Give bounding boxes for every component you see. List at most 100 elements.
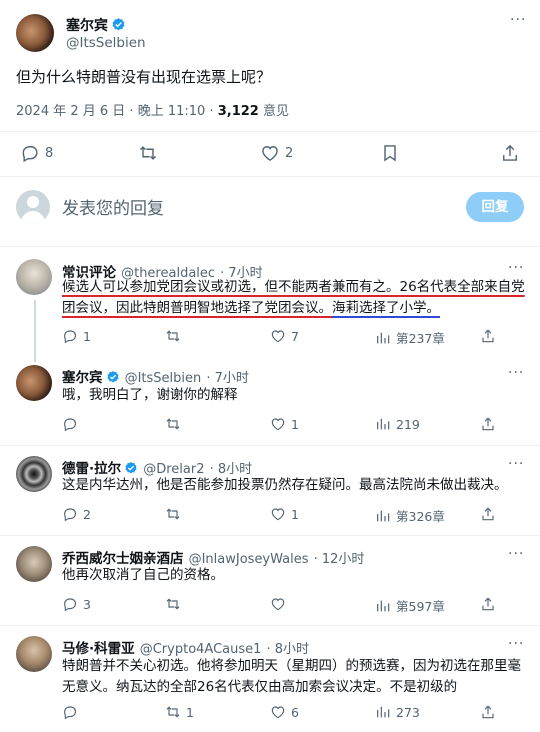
like-count: 6 (291, 704, 299, 720)
share-button[interactable] (480, 596, 496, 612)
retweet-icon (165, 596, 181, 612)
share-button[interactable] (480, 328, 496, 344)
avatar[interactable] (16, 456, 52, 492)
views-count: 219 (396, 416, 420, 432)
retweet-button[interactable] (138, 143, 158, 163)
retweet-button[interactable] (165, 416, 181, 432)
views-icon (375, 598, 391, 614)
tweet-text: 但为什么特朗普没有出现在选票上呢？ (16, 68, 272, 86)
more-options-icon[interactable]: ··· (510, 12, 526, 28)
reply-icon (62, 596, 78, 612)
share-icon (480, 506, 496, 522)
author-handle[interactable]: @ItsSelbien (125, 371, 202, 386)
heart-icon (270, 704, 286, 720)
reply-text-line: 特朗普并不关心初选。他将参加明天（星期四）的预选赛，因为初选在那里毫 (62, 658, 521, 674)
share-icon (480, 704, 496, 720)
share-icon (480, 596, 496, 612)
divider (0, 246, 540, 247)
reply-icon (62, 328, 78, 344)
heart-icon (260, 143, 280, 163)
views-count: 第237章 (396, 331, 445, 346)
views-button[interactable]: 219 (375, 416, 420, 432)
reply-header: 乔西威尔士姻亲酒店 @InlawJoseyWales · 12小时 (62, 547, 364, 567)
views-button[interactable]: 第326章 (375, 506, 445, 525)
author-handle[interactable]: @Crypto4ACause1 (140, 642, 262, 657)
views-count[interactable]: 3,122 (218, 104, 259, 119)
share-button[interactable] (480, 416, 496, 432)
share-button[interactable] (480, 506, 496, 522)
author-handle[interactable]: @ItsSelbien (66, 35, 146, 51)
reply-input[interactable]: 发表您的回复 (62, 194, 442, 219)
reply-time[interactable]: · 7小时 (206, 371, 249, 386)
reply-text: 他再次取消了自己的资格。 (62, 567, 224, 583)
reply-button[interactable]: 3 (62, 596, 91, 612)
retweet-count: 1 (186, 704, 194, 720)
heart-icon (270, 506, 286, 522)
views-count: 第597章 (396, 599, 445, 614)
reply-icon (62, 416, 78, 432)
share-button[interactable] (500, 143, 520, 163)
reply-icon (62, 506, 78, 522)
author-name[interactable]: 塞尔宾 (66, 15, 126, 35)
like-button[interactable]: 1 (270, 416, 299, 432)
like-button[interactable]: 7 (270, 328, 299, 344)
reply-button[interactable] (62, 704, 78, 720)
like-button[interactable] (270, 596, 286, 612)
retweet-button[interactable] (165, 328, 181, 344)
more-options-icon[interactable]: ··· (508, 456, 524, 472)
like-button[interactable]: 2 (260, 143, 293, 163)
reply-text: 哦，我明白了，谢谢你的解释 (62, 387, 238, 403)
like-count: 1 (291, 416, 299, 432)
divider (0, 445, 540, 446)
heart-icon (270, 328, 286, 344)
more-options-icon[interactable]: ··· (508, 260, 524, 276)
reply-button[interactable]: 2 (62, 506, 91, 522)
avatar[interactable] (16, 636, 52, 672)
divider (0, 535, 540, 536)
user-avatar[interactable] (16, 190, 50, 224)
reply-time[interactable]: · 12小时 (314, 552, 365, 567)
more-options-icon[interactable]: ··· (508, 636, 524, 652)
tweet-meta: 2024 年 2 月 6 日 · 晚上 11:10 · 3,122 意见 (16, 100, 289, 119)
reply-button[interactable]: 1 (62, 328, 91, 344)
bookmark-button[interactable] (380, 143, 400, 163)
author-name-text[interactable]: 塞尔宾 (66, 18, 108, 34)
reply-count: 3 (83, 596, 91, 612)
avatar[interactable] (16, 259, 52, 295)
like-count: 1 (291, 506, 299, 522)
avatar[interactable] (16, 365, 52, 401)
retweet-button[interactable]: 1 (165, 704, 194, 720)
views-icon (375, 330, 391, 346)
reply-icon (62, 704, 78, 720)
reply-header: 塞尔宾 @ItsSelbien · 7小时 (62, 366, 249, 386)
reply-button[interactable] (62, 416, 78, 432)
views-button[interactable]: 273 (375, 704, 420, 720)
meta-separator: · (125, 104, 138, 119)
author-name[interactable]: 马修·科雷亚 (62, 641, 135, 657)
heart-icon (270, 596, 286, 612)
reply-icon (20, 143, 40, 163)
avatar[interactable] (16, 546, 52, 582)
share-icon (500, 143, 520, 163)
reply-submit-button[interactable]: 回复 (466, 192, 524, 222)
like-button[interactable]: 6 (270, 704, 299, 720)
like-button[interactable]: 1 (270, 506, 299, 522)
more-options-icon[interactable]: ··· (508, 546, 524, 562)
views-button[interactable]: 第237章 (375, 328, 445, 347)
divider (0, 176, 540, 177)
avatar[interactable] (16, 14, 54, 52)
share-icon (480, 328, 496, 344)
tweet-time[interactable]: 晚上 11:10 (138, 104, 206, 119)
share-button[interactable] (480, 704, 496, 720)
like-count: 7 (291, 328, 299, 344)
like-count: 2 (285, 145, 294, 161)
views-button[interactable]: 第597章 (375, 596, 445, 615)
author-name[interactable]: 塞尔宾 (62, 370, 103, 386)
retweet-button[interactable] (165, 596, 181, 612)
reply-header: 德雷·拉尔 @Drelar2 · 8小时 (62, 457, 252, 477)
reply-time[interactable]: · 8小时 (267, 642, 310, 657)
retweet-button[interactable] (165, 506, 181, 522)
tweet-date[interactable]: 2024 年 2 月 6 日 (16, 104, 125, 119)
reply-button[interactable]: 8 (20, 143, 53, 163)
more-options-icon[interactable]: ··· (508, 365, 524, 381)
